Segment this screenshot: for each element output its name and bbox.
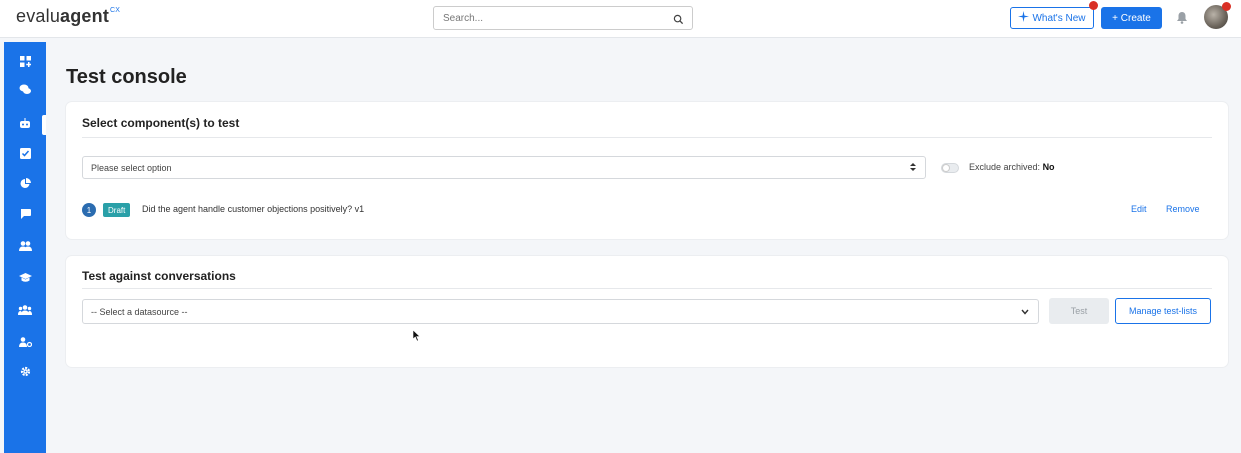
sidebar-item-settings[interactable] — [4, 360, 46, 386]
sidebar-item-messages[interactable] — [4, 202, 46, 228]
chat-icon — [19, 82, 31, 100]
sidebar-item-reports[interactable] — [4, 172, 46, 198]
test-button[interactable]: Test — [1049, 298, 1109, 324]
graduation-cap-icon — [18, 270, 32, 288]
bell-icon[interactable] — [1176, 11, 1188, 29]
logo[interactable]: evaluagentCX — [16, 6, 120, 27]
notification-dot — [1222, 2, 1231, 11]
dashboard-icon — [19, 54, 31, 72]
notification-dot — [1089, 1, 1098, 10]
logo-prefix: evalu — [16, 6, 61, 26]
robot-icon — [19, 116, 31, 134]
sidebar-item-teams[interactable] — [4, 298, 46, 324]
top-bar: evaluagentCX What's New + Create — [0, 0, 1241, 38]
chevron-down-icon — [1021, 307, 1029, 317]
whats-new-button[interactable]: What's New — [1010, 1, 1098, 29]
conversations-card: Test against conversations -- Select a d… — [66, 256, 1228, 367]
exclude-archived-label: Exclude archived: No — [969, 162, 1055, 172]
component-select-value: Please select option — [91, 162, 172, 173]
sidebar-item-dashboard[interactable] — [4, 50, 46, 76]
component-select[interactable]: Please select option — [82, 156, 926, 179]
sidebar-item-users[interactable] — [4, 234, 46, 260]
exclude-archived-toggle[interactable] — [941, 163, 959, 173]
item-number: 1 — [82, 203, 96, 217]
datasource-select[interactable]: -- Select a datasource -- — [82, 299, 1039, 324]
pie-chart-icon — [20, 176, 31, 194]
remove-link[interactable]: Remove — [1166, 204, 1200, 214]
search-input[interactable] — [434, 7, 654, 29]
sparkle-icon — [1018, 11, 1030, 25]
user-settings-icon — [18, 334, 32, 352]
gear-icon — [20, 364, 31, 382]
datasource-select-value: -- Select a datasource -- — [91, 306, 188, 317]
avatar[interactable] — [1204, 2, 1231, 29]
create-button[interactable]: + Create — [1101, 7, 1162, 29]
sidebar-item-evaluations[interactable] — [4, 142, 46, 168]
logo-sup: CX — [110, 7, 121, 14]
logo-bold: agent — [60, 6, 110, 26]
team-icon — [18, 302, 32, 320]
status-badge: Draft — [103, 203, 131, 217]
search-icon[interactable] — [673, 12, 684, 30]
users-icon — [18, 238, 32, 256]
sort-arrows-icon — [910, 161, 916, 175]
sidebar-item-test-console[interactable] — [4, 112, 46, 138]
sidebar — [4, 42, 46, 453]
exclude-archived-text: Exclude archived: — [969, 162, 1041, 172]
checkbox-icon — [19, 146, 31, 164]
component-name: Did the agent handle customer objections… — [142, 204, 365, 214]
divider — [82, 288, 1212, 289]
page-title: Test console — [66, 66, 187, 88]
whats-new-label: What's New — [1032, 12, 1086, 24]
divider — [82, 137, 1212, 138]
components-section-title: Select component(s) to test — [82, 116, 240, 130]
sidebar-item-training[interactable] — [4, 266, 46, 292]
edit-link[interactable]: Edit — [1131, 204, 1147, 214]
conversations-section-title: Test against conversations — [82, 269, 236, 283]
sidebar-item-chat[interactable] — [4, 78, 46, 104]
message-icon — [20, 206, 31, 224]
exclude-archived-value: No — [1042, 162, 1055, 172]
manage-test-lists-button[interactable]: Manage test-lists — [1115, 298, 1211, 324]
sidebar-item-user-settings[interactable] — [4, 330, 46, 356]
search-box — [433, 6, 693, 30]
mouse-cursor-icon — [412, 329, 421, 347]
components-card: Select component(s) to test Please selec… — [66, 102, 1228, 239]
